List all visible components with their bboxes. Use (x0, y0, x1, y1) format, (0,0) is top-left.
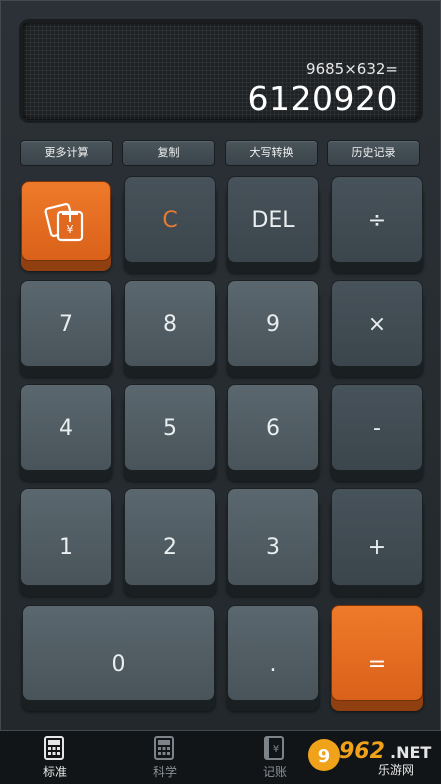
digit-8-button[interactable]: 8 (124, 280, 216, 367)
digit-9-button[interactable]: 9 (227, 280, 319, 367)
clear-button[interactable]: C (124, 176, 216, 263)
expression-text: 9685×632= (306, 60, 398, 78)
digit-3-button[interactable]: 3 (227, 488, 319, 586)
money-icon: ¥ (44, 203, 84, 242)
tab-standard[interactable]: 标准 (0, 731, 110, 784)
tab-label: 科学 (152, 765, 177, 779)
bottom-tab-bar: 标准 科学 ¥ 记账 9 962 .NET 乐游网 (0, 731, 441, 784)
delete-button[interactable]: DEL (227, 176, 319, 263)
more-calculations-button[interactable]: 更多计算 (20, 140, 113, 166)
plus-button[interactable]: + (331, 488, 423, 586)
ledger-icon: ¥ (264, 736, 284, 760)
digit-0-button[interactable]: 0 (22, 605, 215, 701)
uppercase-convert-button[interactable]: 大写转换 (225, 140, 318, 166)
history-button[interactable]: 历史记录 (327, 140, 420, 166)
digit-1-button[interactable]: 1 (20, 488, 112, 586)
money-key[interactable]: ¥ (21, 181, 111, 261)
digit-7-button[interactable]: 7 (20, 280, 112, 367)
copy-button[interactable]: 复制 (122, 140, 215, 166)
digit-2-button[interactable]: 2 (124, 488, 216, 586)
digit-4-button[interactable]: 4 (20, 384, 112, 471)
calculator-body: 9685×632= 6120920 更多计算 复制 大写转换 历史记录 ¥ C … (0, 0, 441, 731)
multiply-button[interactable]: × (331, 280, 423, 367)
watermark-suffix: .NET (390, 743, 431, 762)
equals-button[interactable]: = (331, 605, 423, 701)
watermark-text: 乐游网 (378, 763, 414, 777)
calculator-icon (154, 736, 174, 760)
svg-text:¥: ¥ (67, 223, 74, 236)
watermark-number: 962 (339, 739, 385, 764)
divide-button[interactable]: ÷ (331, 176, 423, 263)
display-screen: 9685×632= 6120920 (19, 19, 423, 123)
decimal-point-button[interactable]: . (227, 605, 319, 701)
minus-button[interactable]: - (331, 384, 423, 471)
watermark-logo: 9 962 .NET 乐游网 (308, 739, 431, 777)
tab-label: 标准 (42, 765, 67, 779)
digit-6-button[interactable]: 6 (227, 384, 319, 471)
calculator-icon (44, 736, 64, 760)
tab-scientific[interactable]: 科学 (110, 731, 220, 784)
digit-5-button[interactable]: 5 (124, 384, 216, 471)
svg-text:¥: ¥ (273, 744, 279, 755)
result-text: 6120920 (247, 79, 398, 118)
svg-text:9: 9 (318, 746, 331, 767)
